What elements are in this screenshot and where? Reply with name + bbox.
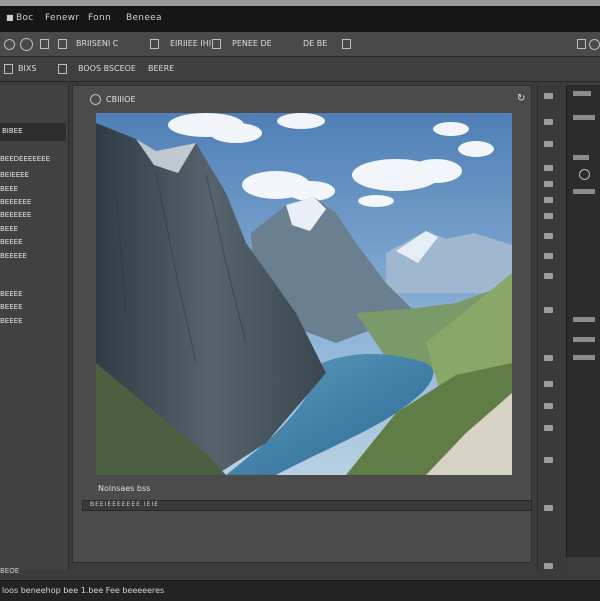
layer-item[interactable]: BEEEE bbox=[0, 317, 23, 325]
properties-row[interactable] bbox=[573, 115, 595, 120]
properties-row[interactable] bbox=[573, 317, 595, 322]
zoom-indicator: BEOE bbox=[0, 567, 20, 575]
layers-panel-title: BIBEE bbox=[2, 127, 23, 135]
tool-icon-2[interactable] bbox=[544, 141, 553, 147]
layer-item[interactable]: BEEEE bbox=[0, 303, 23, 311]
tools-strip bbox=[537, 85, 561, 570]
document-header: CBIIIOE ↻ bbox=[84, 90, 534, 110]
properties-row[interactable] bbox=[573, 155, 589, 160]
layer-item[interactable]: BEEEE bbox=[0, 290, 23, 298]
properties-row[interactable] bbox=[573, 355, 595, 360]
layer-item[interactable]: BEIEEEE bbox=[0, 171, 29, 179]
secondary-left-label[interactable]: BIXS bbox=[18, 64, 36, 73]
layers-panel-header: BIBEE bbox=[0, 123, 66, 141]
align-icon[interactable] bbox=[342, 39, 351, 49]
layers-panel: BIBEE BEEDEEEEEEE BEIEEEE BEEE BEEEEEE B… bbox=[0, 85, 69, 570]
properties-header bbox=[573, 91, 591, 96]
options-group-3[interactable]: PENEE DE bbox=[232, 39, 272, 48]
menu-item-0[interactable]: Boc bbox=[16, 13, 34, 23]
options-group-1[interactable]: BRIISENI C bbox=[76, 39, 118, 48]
tool-icon-15[interactable] bbox=[544, 457, 553, 463]
toggle-icon[interactable] bbox=[150, 39, 159, 49]
document-title: CBIIIOE bbox=[106, 95, 136, 104]
tool-icon-11[interactable] bbox=[544, 355, 553, 361]
tool-icon-7[interactable] bbox=[544, 233, 553, 239]
tool-icon-6[interactable] bbox=[544, 213, 553, 219]
workspace-icon[interactable] bbox=[577, 39, 586, 49]
tool-icon-10[interactable] bbox=[544, 307, 553, 313]
mountain-landscape-artwork bbox=[96, 113, 512, 475]
layer-item[interactable]: BEEEEEE bbox=[0, 198, 31, 206]
menu-edge-icon: ■ bbox=[6, 13, 14, 22]
properties-panel bbox=[566, 85, 600, 557]
tool-preset-icon[interactable] bbox=[4, 39, 15, 50]
layer-item[interactable]: BEEE bbox=[0, 225, 18, 233]
layer-item[interactable]: BEEEEEE bbox=[0, 211, 31, 219]
link-icon[interactable] bbox=[212, 39, 221, 49]
tool-icon-9[interactable] bbox=[544, 273, 553, 279]
brush-icon[interactable] bbox=[20, 38, 33, 51]
options-bar-secondary: BIXS BOOS BSCEOE BEERE bbox=[0, 57, 600, 82]
search-icon[interactable] bbox=[589, 39, 600, 50]
tool-icon-3[interactable] bbox=[544, 165, 553, 171]
tool-icon-5[interactable] bbox=[544, 197, 553, 203]
rotate-icon[interactable]: ↻ bbox=[517, 93, 525, 104]
mode-icon[interactable] bbox=[40, 39, 49, 49]
menu-item-1[interactable]: Fenewr bbox=[45, 13, 79, 23]
frame-icon[interactable] bbox=[58, 64, 67, 74]
tool-icon-0[interactable] bbox=[544, 93, 553, 99]
options-group-4[interactable]: DE BE bbox=[303, 39, 327, 48]
mountain-landscape-image[interactable] bbox=[96, 113, 512, 475]
properties-circle-icon[interactable] bbox=[579, 169, 590, 180]
layer-item[interactable]: BEEEEE bbox=[0, 252, 27, 260]
menu-bar: ■ Boc Fenewr Fonn Beneea bbox=[0, 6, 600, 32]
document-tab[interactable]: BOOS BSCEOE bbox=[78, 64, 136, 73]
document-tab-extra[interactable]: BEERE bbox=[148, 64, 174, 73]
tool-icon-1[interactable] bbox=[544, 119, 553, 125]
layer-item[interactable]: BEEEE bbox=[0, 238, 23, 246]
tool-icon-17[interactable] bbox=[544, 563, 553, 569]
status-text: loos beneehop bee 1.bee Fee beeeeeres bbox=[2, 586, 165, 595]
menu-item-2[interactable]: Fonn bbox=[88, 13, 111, 23]
collapse-icon[interactable] bbox=[4, 64, 13, 74]
tool-icon-14[interactable] bbox=[544, 425, 553, 431]
menu-item-3[interactable]: Beneea bbox=[126, 13, 162, 23]
scrollbar-label: BEEIEEEEEEE IEIE bbox=[90, 501, 160, 508]
document-status-icon bbox=[90, 94, 101, 105]
options-group-2[interactable]: EIRIIEE IHI bbox=[170, 39, 211, 48]
tool-icon-16[interactable] bbox=[544, 505, 553, 511]
tool-icon-13[interactable] bbox=[544, 403, 553, 409]
tool-icon-8[interactable] bbox=[544, 253, 553, 259]
properties-row[interactable] bbox=[573, 189, 595, 194]
options-bar: BRIISENI C EIRIIEE IHI PENEE DE DE BE bbox=[0, 32, 600, 57]
layer-item[interactable]: BEEE bbox=[0, 185, 18, 193]
tool-icon-12[interactable] bbox=[544, 381, 553, 387]
settings-icon[interactable] bbox=[58, 39, 67, 49]
properties-row[interactable] bbox=[573, 337, 595, 342]
layer-item[interactable]: BEEDEEEEEEE bbox=[0, 155, 50, 163]
document-caption: Nolnsaes bss bbox=[98, 484, 151, 493]
tool-icon-4[interactable] bbox=[544, 181, 553, 187]
